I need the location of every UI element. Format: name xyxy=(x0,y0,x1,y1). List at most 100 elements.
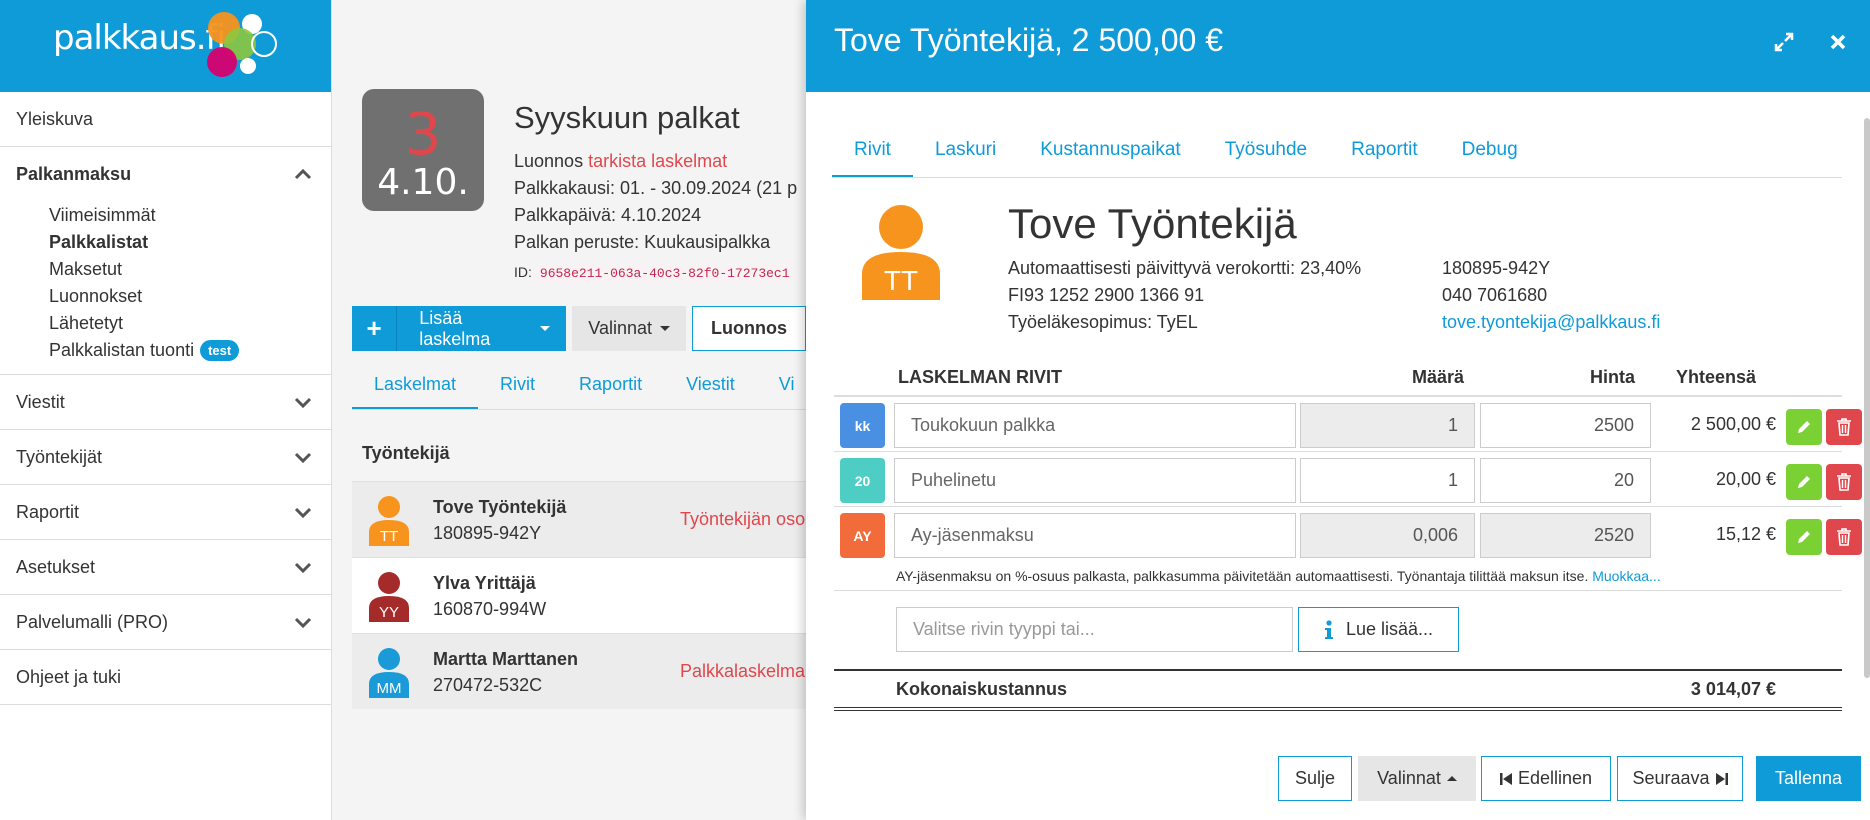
tab-more[interactable]: Vi xyxy=(757,360,806,409)
close-button[interactable]: Sulje xyxy=(1278,756,1352,801)
row-type-input[interactable]: Valitse rivin tyyppi tai... xyxy=(896,607,1293,652)
avatar: MM xyxy=(369,647,409,698)
logo[interactable]: palkkaus.fi xyxy=(53,18,226,58)
total-cost-value: 3 014,07 € xyxy=(1690,679,1776,699)
next-label: Seuraava xyxy=(1632,768,1710,788)
check-calculations-link[interactable]: tarkista laskelmat xyxy=(588,151,727,171)
avatar-initials: MM xyxy=(377,680,402,697)
dialog-tabs: Rivit Laskuri Kustannuspaikat Työsuhde R… xyxy=(832,130,1842,178)
iban: FI93 1252 2900 1366 91 xyxy=(1008,285,1205,305)
sidebar-item-help[interactable]: Ohjeet ja tuki xyxy=(0,650,331,705)
edit-row-button[interactable] xyxy=(1786,519,1822,555)
row-name-field[interactable]: Ay-jäsenmaksu xyxy=(894,513,1296,558)
options-button[interactable]: Valinnat xyxy=(572,306,687,351)
draft-button[interactable]: Luonnos xyxy=(692,306,806,351)
close-icon[interactable] xyxy=(1826,30,1850,54)
rows-table-header: LASKELMAN RIVIT Määrä Hinta Yhteensä xyxy=(834,364,1842,397)
sidebar-item-service-model[interactable]: Palvelumalli (PRO) xyxy=(0,595,331,650)
tab-messages[interactable]: Viestit xyxy=(664,360,757,409)
tab-rows[interactable]: Rivit xyxy=(478,360,557,409)
delete-row-button[interactable] xyxy=(1826,409,1862,445)
expand-icon[interactable] xyxy=(1772,30,1796,54)
info-icon xyxy=(1324,619,1333,639)
submenu-item-paid[interactable]: Maksetut xyxy=(49,256,331,283)
submenu-item-drafts[interactable]: Luonnokset xyxy=(49,283,331,310)
read-more-button[interactable]: Lue lisää... xyxy=(1298,607,1459,652)
row-type-badge[interactable]: AY xyxy=(840,513,885,558)
sidebar-item-label: Viestit xyxy=(16,391,65,412)
edit-row-button[interactable] xyxy=(1786,464,1822,500)
add-calculation-dropdown[interactable]: Lisää laskelma xyxy=(397,308,566,350)
total-cost-label: Kokonaiskustannus xyxy=(896,679,1068,699)
table-row: 20 Puhelinetu 1 20 20,00 € xyxy=(834,452,1862,507)
sidebar-item-reports[interactable]: Raportit xyxy=(0,485,331,540)
avatar: TT xyxy=(369,495,409,546)
logo-circles-icon xyxy=(207,12,277,77)
edit-union-fee-link[interactable]: Muokkaa... xyxy=(1592,568,1660,584)
sidebar-item-employees[interactable]: Työntekijät xyxy=(0,430,331,485)
scrollbar[interactable] xyxy=(1864,118,1870,678)
sidebar-item-label: Työntekijät xyxy=(16,446,103,467)
row-name-field[interactable]: Toukokuun palkka xyxy=(894,403,1296,448)
step-backward-icon xyxy=(1499,772,1512,785)
add-calculation-button[interactable]: + Lisää laskelma xyxy=(352,306,567,351)
submenu-item-sent[interactable]: Lähetetyt xyxy=(49,310,331,337)
submenu-item-import[interactable]: Palkkalistan tuonti test xyxy=(49,337,331,364)
avatar: TT xyxy=(862,205,940,300)
sidebar-item-settings[interactable]: Asetukset xyxy=(0,540,331,595)
submenu-item-latest[interactable]: Viimeisimmät xyxy=(49,202,331,229)
tab-reports[interactable]: Raportit xyxy=(1329,130,1440,177)
delete-row-button[interactable] xyxy=(1826,519,1862,555)
chevron-up-icon xyxy=(294,168,312,179)
sidebar-item-payroll[interactable]: Palkanmaksu xyxy=(0,147,331,202)
table-row[interactable]: MM Martta Marttanen 270472-532C Palkkala… xyxy=(352,633,806,709)
next-button[interactable]: Seuraava xyxy=(1617,756,1743,801)
sidebar-item-messages[interactable]: Viestit xyxy=(0,375,331,430)
tab-calculator[interactable]: Laskuri xyxy=(913,130,1018,177)
run-id-label: ID: xyxy=(514,264,532,280)
edit-row-button[interactable] xyxy=(1786,409,1822,445)
tab-debug[interactable]: Debug xyxy=(1440,130,1540,177)
tab-calculations[interactable]: Laskelmat xyxy=(352,360,479,409)
chevron-down-icon xyxy=(294,452,312,464)
row-price-field[interactable]: 20 xyxy=(1480,458,1651,503)
table-row: AY Ay-jäsenmaksu 0,006 2520 15,12 € xyxy=(834,507,1862,562)
submenu-item-label: Palkkalistan tuonti xyxy=(49,340,195,360)
table-row[interactable]: YY Ylva Yrittäjä 160870-994W xyxy=(352,557,806,633)
options-button[interactable]: Valinnat xyxy=(1358,756,1476,801)
tab-rows[interactable]: Rivit xyxy=(832,130,913,177)
tab-cost-centers[interactable]: Kustannuspaikat xyxy=(1018,130,1203,177)
employee-warning: Palkkalaskelman xyxy=(680,661,806,681)
sidebar-item-label: Raportit xyxy=(16,501,80,522)
email-link[interactable]: tove.tyontekija@palkkaus.fi xyxy=(1442,312,1660,333)
row-total: 15,12 € xyxy=(1715,524,1776,544)
submenu-item-payrolls[interactable]: Palkkalistat xyxy=(49,229,331,256)
run-tabs: Laskelmat Rivit Raportit Viestit Vi xyxy=(352,360,806,410)
sidebar-item-label: Yleiskuva xyxy=(16,108,94,129)
row-quantity-field[interactable]: 1 xyxy=(1300,458,1475,503)
pension-agreement: Työeläkesopimus: TyEL xyxy=(1008,312,1198,332)
tab-employment[interactable]: Työsuhde xyxy=(1203,130,1329,177)
previous-button[interactable]: Edellinen xyxy=(1481,756,1611,801)
row-type-badge[interactable]: kk xyxy=(840,403,885,448)
total-cost-row: Kokonaiskustannus 3 014,07 € xyxy=(834,669,1842,711)
pencil-icon xyxy=(1798,421,1810,433)
status-text: Luonnos xyxy=(514,151,584,171)
delete-row-button[interactable] xyxy=(1826,464,1862,500)
table-row[interactable]: TT Tove Työntekijä 180895-942Y Työntekij… xyxy=(352,481,806,557)
save-button[interactable]: Tallenna xyxy=(1756,756,1861,801)
union-fee-note-text: AY-jäsenmaksu on %-osuus palkasta, palkk… xyxy=(896,568,1589,584)
employee-warning: Työntekijän osoit xyxy=(680,509,806,529)
row-type-badge[interactable]: 20 xyxy=(840,458,885,503)
employee-id: 270472-532C xyxy=(433,674,543,695)
pay-date: 4.10. xyxy=(377,162,469,203)
row-name-field[interactable]: Puhelinetu xyxy=(894,458,1296,503)
sidebar-item-overview[interactable]: Yleiskuva xyxy=(0,92,331,147)
row-price-field[interactable]: 2500 xyxy=(1480,403,1651,448)
plus-icon: + xyxy=(352,306,398,351)
sidebar: palkkaus.fi Yleiskuva Palkanmaksu Viimei… xyxy=(0,0,332,820)
column-header-price: Hinta xyxy=(1590,367,1635,387)
pay-period: Palkkakausi: 01. - 30.09.2024 (21 p xyxy=(514,178,798,198)
tab-reports[interactable]: Raportit xyxy=(557,360,664,409)
chevron-down-icon xyxy=(294,617,312,629)
